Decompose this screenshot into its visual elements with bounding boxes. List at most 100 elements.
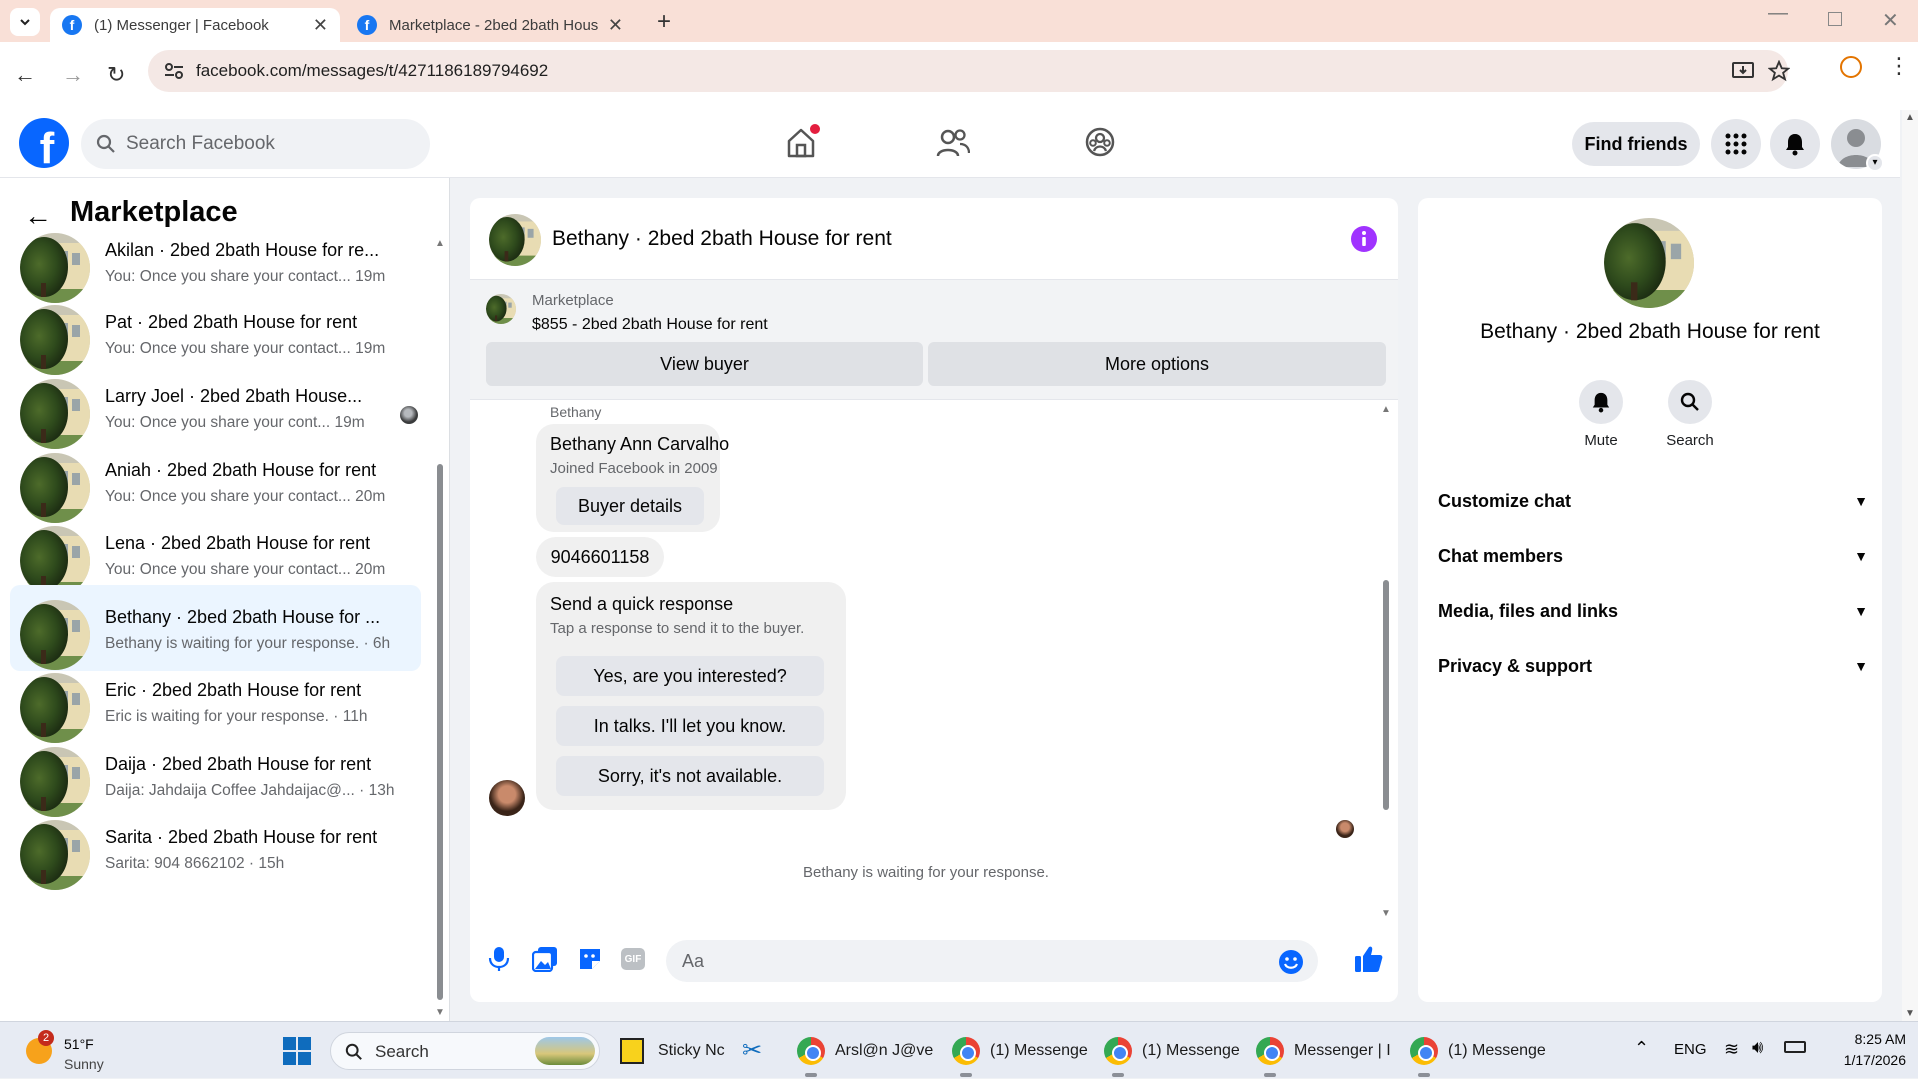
photo-icon[interactable] <box>532 946 558 972</box>
chevron-down-icon: ▼ <box>1854 493 1868 509</box>
quick-reply-interested[interactable]: Yes, are you interested? <box>556 656 824 696</box>
scroll-up-arrow[interactable]: ▲ <box>435 238 445 249</box>
search-placeholder: Search Facebook <box>126 133 275 154</box>
reload-button[interactable]: ↻ <box>107 62 125 88</box>
privacy-support-section[interactable]: Privacy & support ▼ <box>1438 646 1868 686</box>
taskbar-chrome-window-5[interactable]: (1) Messenge <box>1410 1022 1546 1079</box>
chat-title[interactable]: Bethany · 2bed 2bath House for rent <box>552 227 892 251</box>
install-app-icon[interactable] <box>1732 61 1754 81</box>
taskbar-chrome-window-1[interactable]: Arsl@n J@ve <box>797 1022 933 1079</box>
browser-tab-marketplace[interactable]: f Marketplace - 2bed 2bath Hous ✕ <box>345 8 635 42</box>
groups-icon[interactable] <box>1084 126 1116 158</box>
listing-title[interactable]: $855 - 2bed 2bath House for rent <box>532 316 768 334</box>
chrome-icon <box>1104 1036 1132 1065</box>
buyer-details-button[interactable]: Buyer details <box>556 487 704 525</box>
wifi-icon[interactable]: ≋ <box>1724 1039 1739 1060</box>
scroll-down-arrow[interactable]: ▼ <box>1381 908 1391 919</box>
start-button[interactable] <box>283 1037 311 1065</box>
more-options-button[interactable]: More options <box>928 342 1386 386</box>
browser-tab-messenger[interactable]: f (1) Messenger | Facebook ✕ <box>50 8 340 42</box>
new-tab-button[interactable]: + <box>652 8 676 36</box>
scroll-thumb[interactable] <box>1383 580 1389 810</box>
facebook-logo[interactable]: f <box>19 118 69 168</box>
taskbar-chrome-window-2[interactable]: (1) Messenge <box>952 1022 1088 1079</box>
scroll-down-arrow[interactable]: ▼ <box>1905 1008 1915 1019</box>
conversation-preview: Daija: Jahdaija Coffee Jahdaijac@... · 1… <box>105 782 395 799</box>
buyer-joined: Joined Facebook in 2009 <box>550 460 718 477</box>
clock-time[interactable]: 8:25 AM <box>1822 1031 1906 1047</box>
gif-icon[interactable]: GIF <box>621 948 645 970</box>
view-buyer-button[interactable]: View buyer <box>486 342 923 386</box>
restore-window-button[interactable] <box>1828 12 1842 26</box>
grid-menu-icon <box>1725 133 1747 155</box>
clock-date[interactable]: 1/17/2026 <box>1822 1052 1906 1068</box>
conversation-name: Daija · 2bed 2bath House for rent <box>105 754 372 774</box>
listing-thumbnail[interactable] <box>486 294 516 324</box>
quick-reply-not-available[interactable]: Sorry, it's not available. <box>556 756 824 796</box>
conversation-preview: You: Once you share your contact... 20m <box>105 488 386 505</box>
chevron-down-icon: ▼ <box>1854 603 1868 619</box>
scrollbar[interactable]: ▲ ▼ <box>434 238 446 1018</box>
scroll-up-arrow[interactable]: ▲ <box>1381 404 1391 415</box>
show-hidden-icons-chevron[interactable]: ⌃ <box>1634 1038 1649 1059</box>
menu-button[interactable] <box>1711 119 1761 169</box>
conversation-preview: Eric is waiting for your response. · 11h <box>105 708 368 725</box>
details-avatar[interactable] <box>1604 218 1694 308</box>
section-label: Chat members <box>1438 545 1564 566</box>
chrome-icon <box>797 1036 825 1065</box>
chevron-down-icon: ▼ <box>1854 658 1868 674</box>
customize-chat-section[interactable]: Customize chat ▼ <box>1438 481 1868 521</box>
address-bar[interactable]: facebook.com/messages/t/4271186189794692 <box>148 50 1790 92</box>
taskbar-chrome-window-4[interactable]: Messenger | I <box>1256 1022 1391 1079</box>
notifications-button[interactable] <box>1770 119 1820 169</box>
taskbar-snipping-tool[interactable]: ✂ <box>742 1022 762 1079</box>
volume-icon[interactable]: 🔊︎ <box>1752 1037 1763 1058</box>
find-friends-button[interactable]: Find friends <box>1572 122 1700 166</box>
chat-avatar[interactable] <box>489 214 541 266</box>
minimize-window-button[interactable]: — <box>1768 2 1788 25</box>
emoji-icon[interactable] <box>1278 949 1304 975</box>
phone-message[interactable]: 9046601158 <box>536 537 664 577</box>
battery-icon[interactable] <box>1784 1041 1806 1053</box>
bookmark-star-icon[interactable] <box>1768 60 1790 82</box>
weather-badge: 2 <box>38 1030 54 1046</box>
search-in-chat-button[interactable] <box>1668 380 1712 424</box>
mute-button[interactable] <box>1579 380 1623 424</box>
media-files-links-section[interactable]: Media, files and links ▼ <box>1438 591 1868 631</box>
tab-search-button[interactable] <box>10 8 40 36</box>
account-chevron-icon[interactable]: ▾ <box>1866 154 1884 172</box>
conversation-item[interactable]: Sarita · 2bed 2bath House for rent Sarita… <box>10 805 421 891</box>
page-scrollbar[interactable]: ▲ ▼ <box>1902 110 1918 1021</box>
conversation-name: Bethany · 2bed 2bath House for ... <box>105 607 381 627</box>
forward-button[interactable]: → <box>62 62 84 88</box>
scroll-thumb[interactable] <box>437 464 443 1000</box>
profile-icon[interactable] <box>1840 56 1862 78</box>
home-nav-button[interactable] <box>784 124 820 160</box>
chrome-icon <box>1256 1036 1284 1065</box>
close-tab-icon[interactable]: ✕ <box>608 15 623 36</box>
close-window-button[interactable]: ✕ <box>1882 8 1899 33</box>
scroll-down-arrow[interactable]: ▼ <box>435 1007 445 1018</box>
weather-widget[interactable]: 2 51°F Sunny <box>18 1030 118 1074</box>
scroll-up-arrow[interactable]: ▲ <box>1905 112 1915 123</box>
language-indicator[interactable]: ENG <box>1674 1041 1707 1058</box>
facebook-search-input[interactable]: Search Facebook <box>81 119 430 169</box>
site-info-icon[interactable] <box>164 62 184 80</box>
thumbs-up-icon[interactable] <box>1354 944 1384 974</box>
thread-scrollbar[interactable]: ▲ <box>1380 404 1392 824</box>
sticker-icon[interactable] <box>577 946 603 972</box>
close-tab-icon[interactable]: ✕ <box>313 15 328 36</box>
chat-members-section[interactable]: Chat members ▼ <box>1438 536 1868 576</box>
microphone-icon[interactable] <box>488 946 510 972</box>
friends-icon[interactable] <box>936 128 970 158</box>
bell-icon <box>1592 392 1610 413</box>
taskbar-search-box[interactable]: Search <box>330 1032 600 1070</box>
message-input[interactable]: Aa <box>666 940 1318 982</box>
taskbar-sticky-notes[interactable]: Sticky Nc <box>620 1022 725 1079</box>
back-button[interactable]: ← <box>14 62 36 88</box>
info-icon[interactable] <box>1350 225 1378 253</box>
quick-reply-in-talks[interactable]: In talks. I'll let you know. <box>556 706 824 746</box>
sender-avatar <box>489 780 525 816</box>
taskbar-chrome-window-3[interactable]: (1) Messenge <box>1104 1022 1240 1079</box>
browser-menu-icon[interactable]: ⋮ <box>1888 52 1910 80</box>
